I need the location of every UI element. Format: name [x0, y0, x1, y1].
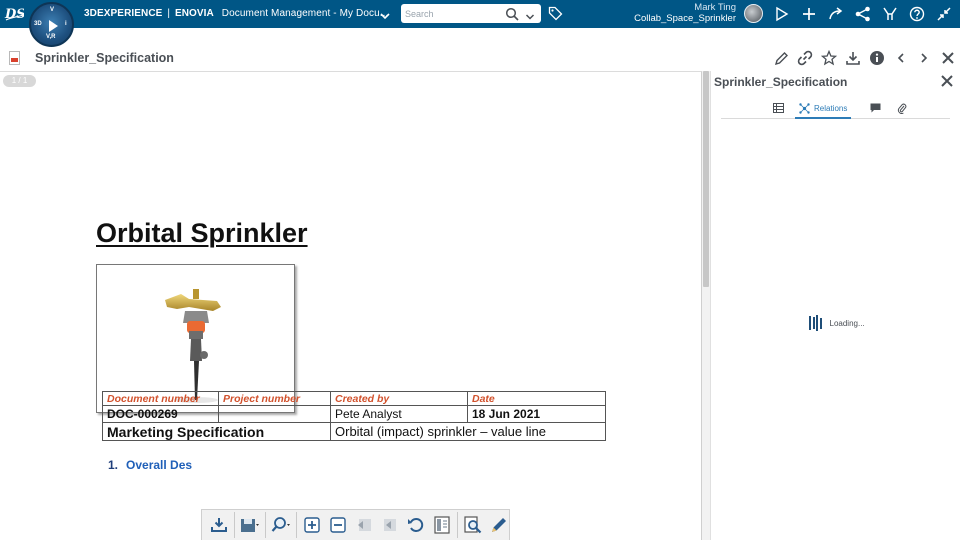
fit-page-icon[interactable] — [429, 512, 455, 538]
top-bar: DS 3DEXPERIENCE | ENOVIA Document Manage… — [0, 0, 960, 28]
ds-logo-icon[interactable]: DS — [4, 3, 26, 23]
add-icon[interactable] — [800, 5, 818, 23]
compass-icon[interactable]: V 3D i V,R — [29, 2, 74, 47]
forward-icon[interactable] — [827, 5, 845, 23]
table-cell — [218, 405, 331, 423]
table-cell: Pete Analyst — [330, 405, 468, 423]
user-info[interactable]: Mark Ting Collab_Space_Sprinkler — [634, 2, 736, 24]
relations-icon — [799, 102, 810, 114]
panel-title: Sprinkler_Specification — [714, 75, 848, 89]
table-cell: Orbital (impact) sprinkler – value line — [330, 422, 606, 441]
avatar[interactable] — [744, 4, 763, 23]
prev-page-icon[interactable] — [377, 512, 403, 538]
table-row: DOC-000269 Pete Analyst 18 Jun 2021 — [102, 405, 606, 423]
table-header-cell: Created by — [330, 391, 468, 406]
search-box — [401, 4, 541, 23]
zoom-in-icon[interactable] — [299, 512, 325, 538]
zoom-out-icon[interactable] — [325, 512, 351, 538]
search-icon[interactable] — [505, 7, 519, 26]
pdf-file-icon — [9, 51, 20, 65]
loading-spinner-icon — [809, 315, 822, 331]
zoom-icon[interactable] — [268, 512, 294, 538]
compass-label-right: i — [65, 21, 67, 27]
brand-title: 3DEXPERIENCE | ENOVIA Document Managemen… — [84, 8, 388, 19]
search-options-chevron-icon[interactable] — [525, 9, 535, 27]
next-icon[interactable] — [915, 49, 933, 67]
compass-label-left: 3D — [34, 21, 42, 27]
download-icon[interactable] — [206, 512, 232, 538]
toolbar-divider — [296, 512, 297, 538]
compass-label-bottom: V,R — [46, 34, 56, 40]
page-indicator: 1 / 1 — [3, 75, 36, 87]
section-number: 1. — [108, 458, 119, 472]
close-icon[interactable] — [940, 74, 956, 90]
toolbar-divider — [265, 512, 266, 538]
tab-comments[interactable] — [870, 99, 884, 119]
toolbar-divider — [457, 512, 458, 538]
table-header-cell: Date — [467, 391, 606, 406]
edit-icon[interactable] — [772, 49, 790, 67]
first-page-icon[interactable] — [351, 512, 377, 538]
compass-label-top: V — [50, 7, 55, 13]
search-input[interactable] — [405, 6, 501, 21]
close-icon[interactable] — [939, 49, 957, 67]
rotate-icon[interactable] — [403, 512, 429, 538]
tab-properties[interactable] — [773, 99, 787, 119]
loading-text: Loading... — [829, 318, 865, 328]
viewer-toolbar — [201, 509, 510, 540]
table-cell: Marketing Specification — [102, 422, 331, 441]
user-name: Mark Ting — [694, 2, 736, 13]
prev-icon[interactable] — [892, 49, 910, 67]
save-icon[interactable] — [237, 512, 263, 538]
brand-product: ENOVIA — [174, 8, 214, 19]
tag-icon[interactable] — [548, 6, 563, 26]
section-heading: 1. Overall Des — [108, 458, 192, 472]
document-info-table: Document number Project number Created b… — [102, 391, 606, 441]
section-title: Overall Des — [126, 458, 193, 472]
table-header-cell: Document number — [102, 391, 219, 406]
collapse-icon[interactable] — [935, 5, 953, 23]
info-icon[interactable] — [868, 49, 886, 67]
table-header-row: Document number Project number Created b… — [102, 391, 606, 406]
download-icon[interactable] — [844, 49, 862, 67]
share-icon[interactable] — [773, 5, 791, 23]
document-heading: Orbital Sprinkler — [96, 218, 308, 248]
properties-icon — [773, 103, 784, 115]
tab-relations-label: Relations — [814, 103, 848, 113]
panel-tabs: Relations — [721, 95, 950, 119]
toolbar-divider — [234, 512, 235, 538]
attachment-icon — [897, 103, 907, 116]
find-icon[interactable] — [460, 512, 486, 538]
comments-icon — [870, 103, 881, 115]
table-row: Marketing Specification Orbital (impact)… — [102, 422, 606, 441]
table-cell: DOC-000269 — [102, 405, 219, 423]
table-cell: 18 Jun 2021 — [467, 405, 606, 423]
app-title[interactable]: Document Management - My Docu... — [222, 8, 389, 19]
network-icon[interactable] — [854, 5, 872, 23]
tab-relations[interactable]: Relations — [795, 99, 851, 119]
compass-play-icon[interactable] — [49, 20, 58, 32]
document-viewer[interactable]: 1 / 1 Orbital Sprinkler — [0, 71, 702, 540]
tab-attachments[interactable] — [897, 99, 911, 119]
viewer-scrollbar-thumb[interactable] — [703, 71, 709, 287]
annotate-icon[interactable] — [486, 512, 512, 538]
properties-panel: Sprinkler_Specification Relations Loadin… — [710, 71, 960, 540]
document-header: Sprinkler_Specification — [0, 43, 960, 71]
collab-space-name: Collab_Space_Sprinkler — [634, 13, 736, 24]
brand-separator: | — [167, 8, 171, 19]
help-icon[interactable] — [908, 5, 926, 23]
link-icon[interactable] — [796, 49, 814, 67]
document-title: Sprinkler_Specification — [35, 51, 174, 65]
brand-prefix: 3DEXPERIENCE — [84, 8, 163, 19]
table-header-cell: Project number — [218, 391, 331, 406]
chevron-down-icon[interactable] — [380, 8, 390, 20]
collaborate-icon[interactable] — [881, 5, 899, 23]
loading-indicator: Loading... — [809, 315, 865, 331]
star-icon[interactable] — [820, 49, 838, 67]
